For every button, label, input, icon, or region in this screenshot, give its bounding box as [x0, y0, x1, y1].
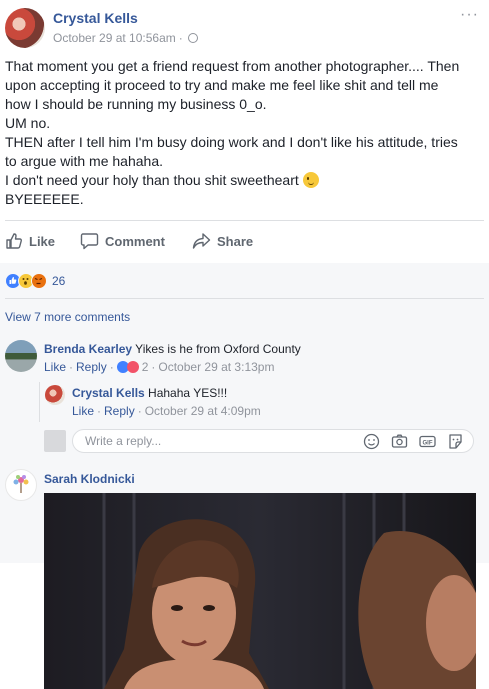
reply-text-line: Crystal Kells Hahaha YES!!!: [72, 386, 227, 400]
post-line: THEN after I tell him I'm busy doing wor…: [5, 134, 458, 150]
post-body: That moment you get a friend request fro…: [5, 57, 485, 209]
separator-dot: ·: [137, 404, 142, 418]
reply-composer[interactable]: GIF: [72, 429, 474, 453]
comment-reply-link[interactable]: Reply: [76, 360, 107, 374]
thumbs-up-icon: [6, 233, 22, 249]
comment-meta: Like · Reply · 2 · October 29 at 3:13pm: [44, 360, 274, 374]
like-label: Like: [29, 233, 56, 249]
post-line: UM no.: [5, 115, 51, 131]
sticker-icon[interactable]: [447, 433, 464, 450]
post-action-bar: Like Comment Share: [0, 224, 489, 258]
post-author-name[interactable]: Crystal Kells: [53, 10, 138, 26]
reply-author-avatar[interactable]: [45, 385, 65, 405]
camera-icon[interactable]: [391, 433, 408, 450]
comment-gif-image[interactable]: [44, 493, 476, 689]
post-line: how I should be running my business 0_o.: [5, 96, 267, 112]
comment-text-line: Sarah Klodnicki: [44, 472, 135, 486]
comment-like-link[interactable]: Like: [44, 360, 66, 374]
share-arrow-icon: [192, 233, 211, 249]
reply-reply-link[interactable]: Reply: [104, 404, 135, 418]
globe-icon: [187, 33, 198, 43]
svg-text:GIF: GIF: [423, 440, 433, 446]
comment-time[interactable]: October 29 at 3:13pm: [158, 360, 274, 374]
comment-text: Yikes is he from Oxford County: [135, 342, 301, 356]
commenter-avatar[interactable]: [5, 340, 37, 372]
post-meta: October 29 at 10:56am ·: [53, 31, 198, 45]
commenter-name[interactable]: Brenda Kearley: [44, 342, 132, 356]
divider: [5, 298, 484, 299]
comment-reaction-count: 2: [141, 360, 149, 374]
reply-input[interactable]: [85, 434, 345, 448]
share-button[interactable]: Share: [192, 224, 253, 258]
commenter-avatar[interactable]: [5, 469, 37, 501]
separator-dot: ·: [97, 404, 102, 418]
commenter-name[interactable]: Sarah Klodnicki: [44, 472, 135, 486]
reply-like-link[interactable]: Like: [72, 404, 94, 418]
separator-dot: ·: [69, 360, 74, 374]
meta-separator: ·: [178, 31, 183, 45]
comment-text-line: Brenda Kearley Yikes is he from Oxford C…: [44, 342, 301, 356]
separator-dot: ·: [151, 360, 156, 374]
comment-bubble-icon: [80, 233, 99, 250]
reply-thread-line: [39, 382, 40, 422]
share-label: Share: [217, 233, 254, 249]
wink-emoji-icon: [302, 172, 319, 188]
post-timestamp[interactable]: October 29 at 10:56am: [53, 31, 176, 45]
comment-button[interactable]: Comment: [80, 224, 165, 258]
angry-reaction-icon: [31, 273, 47, 289]
separator-dot: ·: [109, 360, 114, 374]
comment-label: Comment: [105, 233, 165, 249]
reaction-count[interactable]: 26: [52, 274, 65, 288]
reply-meta: Like · Reply · October 29 at 4:09pm: [72, 404, 261, 418]
comment-reactions[interactable]: 2: [116, 360, 149, 374]
post-line: BYEEEEEE.: [5, 191, 84, 207]
tree-logo-icon: [13, 475, 29, 493]
emoji-icon[interactable]: [363, 433, 380, 450]
post-options-icon[interactable]: ···: [460, 6, 479, 24]
gif-icon[interactable]: GIF: [419, 433, 436, 450]
reply-text: Hahaha YES!!!: [148, 386, 228, 400]
post-line: I don't need your holy than thou shit sw…: [5, 172, 299, 188]
post-line: That moment you get a friend request fro…: [5, 58, 460, 74]
reply-time[interactable]: October 29 at 4:09pm: [145, 404, 261, 418]
post-line: to argue with me hahaha.: [5, 153, 163, 169]
gif-scene-illustration: [44, 493, 476, 689]
post-header: Crystal Kells October 29 at 10:56am · ··…: [0, 0, 489, 52]
view-more-comments-link[interactable]: View 7 more comments: [5, 310, 130, 324]
post-line-with-emoji: I don't need your holy than thou shit sw…: [5, 171, 485, 190]
love-reaction-icon: [126, 361, 139, 373]
like-button[interactable]: Like: [5, 224, 55, 258]
post-line: upon accepting it proceed to try and mak…: [5, 77, 439, 93]
reply-author-name[interactable]: Crystal Kells: [72, 386, 145, 400]
author-avatar[interactable]: [5, 8, 45, 48]
reactions-summary[interactable]: 26: [5, 272, 65, 290]
current-user-avatar: [44, 430, 66, 452]
divider: [5, 220, 484, 221]
